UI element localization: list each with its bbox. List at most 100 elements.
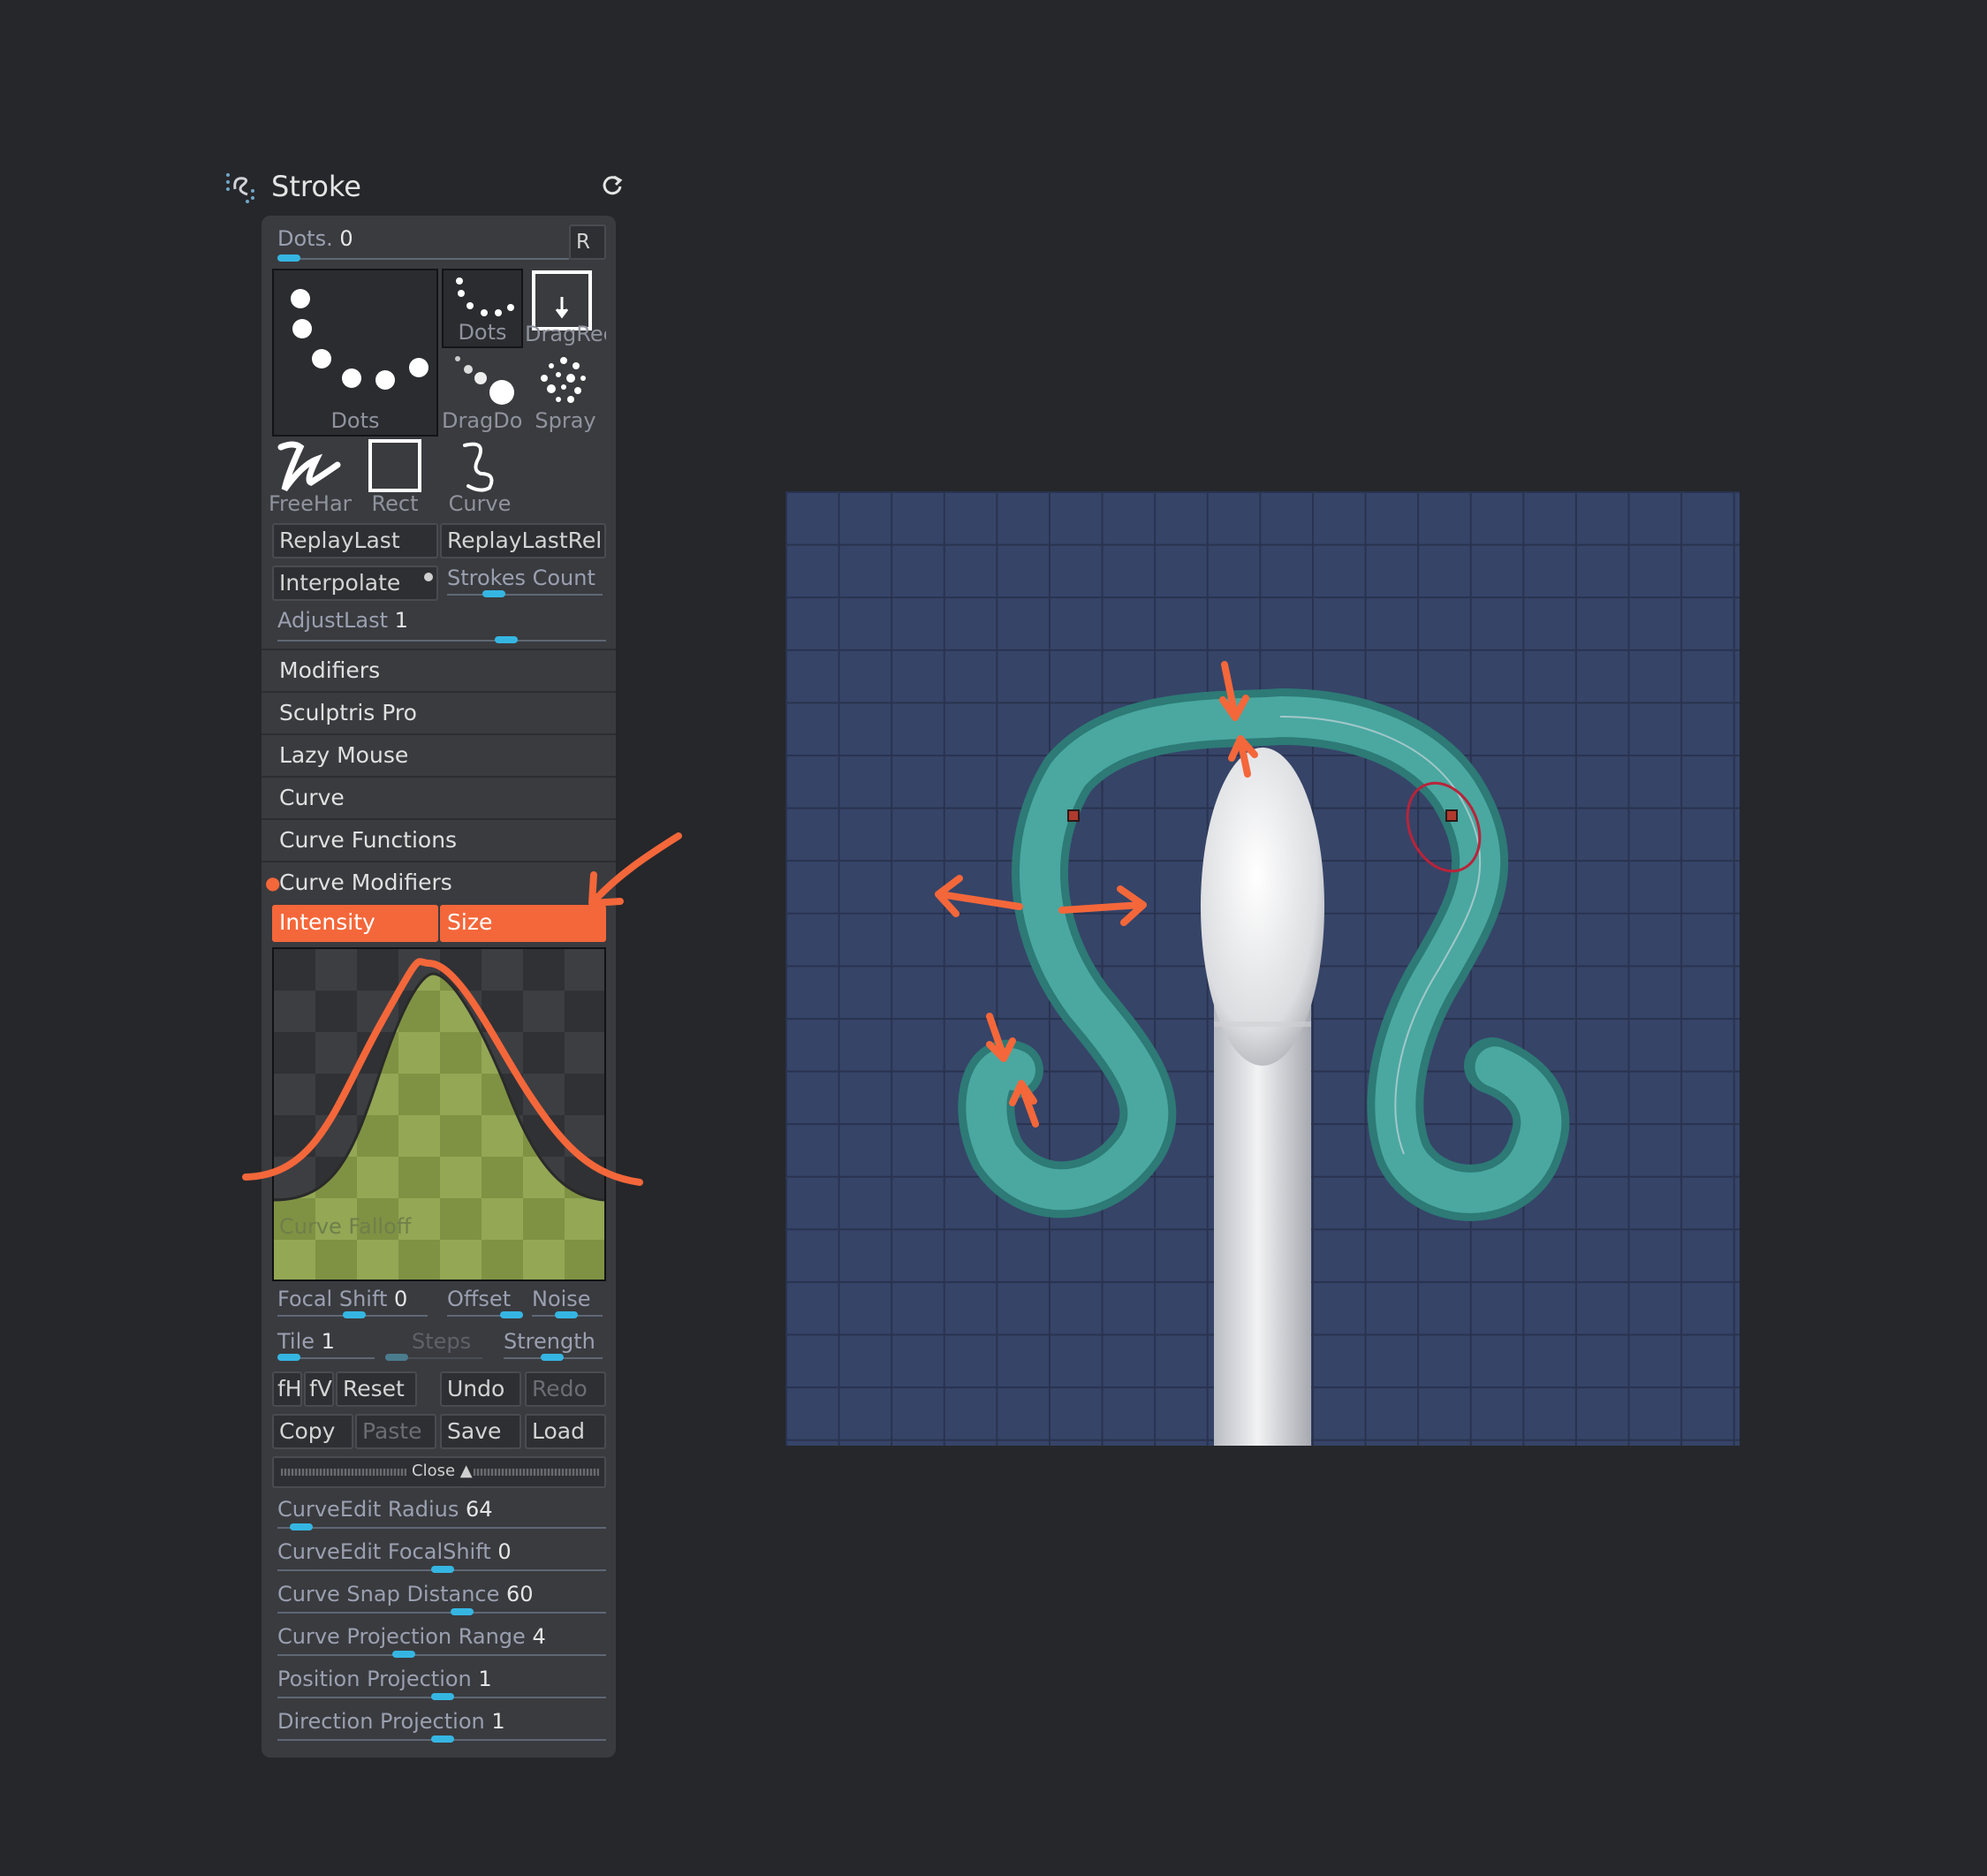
dots-label: Dots.: [277, 226, 333, 251]
stick-tip: [1201, 748, 1324, 1066]
stroke-type-label: Dots: [330, 408, 380, 433]
curve-slider-label: Direction Projection: [277, 1709, 485, 1734]
refresh-icon[interactable]: [601, 173, 624, 196]
curve-slider[interactable]: CurveEdit Radius 64: [277, 1497, 606, 1538]
steps-slider: Steps: [385, 1329, 482, 1364]
section-lazy-mouse[interactable]: Lazy Mouse: [262, 733, 616, 774]
stroke-type-spray[interactable]: Spray: [525, 350, 606, 435]
paste-button[interactable]: Paste: [355, 1414, 436, 1449]
adjust-last-slider[interactable]: AdjustLast 1: [277, 608, 606, 643]
stroke-type-label: DragDot: [442, 408, 523, 433]
slider-knob[interactable]: [431, 1693, 454, 1700]
freehand-icon: [277, 441, 341, 492]
slider-knob[interactable]: [431, 1566, 454, 1573]
intensity-button[interactable]: Intensity: [272, 905, 438, 942]
slider-knob[interactable]: [451, 1608, 474, 1615]
stroke-type-label: Curve: [448, 491, 512, 516]
curve-slider-value: 4: [532, 1624, 546, 1649]
strokes-count-slider[interactable]: Strokes Count: [447, 566, 606, 601]
section-curve-modifiers[interactable]: ● Curve Modifiers: [262, 861, 616, 901]
close-label: Close ▲: [412, 1462, 473, 1480]
flip-horizontal-button[interactable]: fH: [272, 1371, 302, 1407]
flip-vertical-button[interactable]: fV: [304, 1371, 334, 1407]
stroke-palette-header[interactable]: Stroke: [221, 164, 636, 210]
section-modifiers[interactable]: Modifiers: [262, 649, 616, 689]
slider-knob[interactable]: [392, 1651, 415, 1658]
adjust-last-value: 1: [394, 608, 408, 633]
stroke-type-label: FreeHand: [269, 491, 352, 516]
curve-slider[interactable]: Curve Projection Range 4: [277, 1624, 606, 1665]
slider-track: [277, 1654, 606, 1656]
curve-slider[interactable]: CurveEdit FocalShift 0: [277, 1539, 606, 1580]
load-button[interactable]: Load: [525, 1414, 606, 1449]
offset-slider[interactable]: Offset: [447, 1287, 527, 1322]
curve-point[interactable]: [1067, 809, 1080, 822]
stroke-type-label: Rect: [371, 491, 419, 516]
curve-slider-label: Curve Snap Distance: [277, 1582, 500, 1606]
curve-slider-value: 1: [491, 1709, 505, 1734]
r-button[interactable]: R: [569, 224, 606, 260]
stroke-type-label: Dots: [458, 320, 507, 345]
replay-last-button[interactable]: ReplayLast: [272, 523, 438, 558]
stroke-type-freehand[interactable]: FreeHand: [269, 437, 352, 518]
size-button[interactable]: Size: [440, 905, 606, 942]
curve-slider-value: 1: [478, 1667, 492, 1691]
stroke-type-label: DragRect: [525, 322, 606, 346]
stroke-type-dots-large[interactable]: Dots: [272, 269, 438, 437]
dots-value: 0: [339, 226, 353, 251]
slider-track: [277, 1612, 606, 1614]
curve-slider-label: CurveEdit FocalShift: [277, 1539, 491, 1564]
active-dot-icon: ●: [265, 872, 281, 893]
slider-track: [277, 1527, 606, 1529]
stroke-type-curve[interactable]: Curve: [436, 437, 523, 518]
stroke-type-dragrect[interactable]: DragRect: [525, 269, 606, 348]
curve-slider-group: CurveEdit Radius 64 CurveEdit FocalShift …: [277, 1497, 606, 1753]
grip-right: [474, 1469, 599, 1476]
stroke-icon: [226, 173, 254, 203]
curve-slider[interactable]: Position Projection 1: [277, 1667, 606, 1707]
dragdot-icon: [455, 356, 514, 405]
replay-last-rel-button[interactable]: ReplayLastRel: [440, 523, 606, 558]
curve-slider[interactable]: Direction Projection 1: [277, 1709, 606, 1750]
rect-icon: [368, 439, 421, 492]
section-curve[interactable]: Curve: [262, 776, 616, 816]
curve-slider-value: 64: [466, 1497, 493, 1522]
slider-knob[interactable]: [290, 1523, 313, 1530]
palette-title: Stroke: [271, 170, 361, 203]
save-button[interactable]: Save: [440, 1414, 521, 1449]
curve-point[interactable]: [1445, 809, 1458, 822]
stroke-type-dots[interactable]: Dots: [442, 269, 523, 348]
grip-left: [281, 1469, 406, 1476]
dots-slider[interactable]: Dots. 0: [277, 226, 569, 262]
curve-slider[interactable]: Curve Snap Distance 60: [277, 1582, 606, 1622]
curve-slider-label: CurveEdit Radius: [277, 1497, 459, 1522]
tile-slider[interactable]: Tile 1: [277, 1329, 375, 1364]
noise-slider[interactable]: Noise: [532, 1287, 606, 1322]
section-sculptris-pro[interactable]: Sculptris Pro: [262, 691, 616, 732]
curve-falloff-editor[interactable]: Curve Falloff: [272, 947, 606, 1281]
copy-button[interactable]: Copy: [272, 1414, 353, 1449]
redo-button[interactable]: Redo: [525, 1371, 606, 1407]
stroke-type-label: Spray: [535, 408, 596, 433]
canvas-viewport[interactable]: [785, 491, 1740, 1446]
stroke-palette-panel: Dots. 0 R Dots Dots DragRect DragDot: [262, 216, 616, 1758]
curve-slider-label: Position Projection: [277, 1667, 472, 1691]
dots-icon: [456, 277, 514, 316]
interpolate-toggle[interactable]: Interpolate: [272, 566, 438, 601]
stick-shaft: [1214, 1004, 1311, 1446]
interpolate-label: Interpolate: [279, 570, 401, 596]
stroke-type-dragdot[interactable]: DragDot: [442, 350, 523, 435]
toggle-indicator: [424, 573, 433, 581]
focal-shift-slider[interactable]: Focal Shift 0: [277, 1287, 428, 1322]
dots-stroke-icon: [291, 289, 428, 390]
reset-button[interactable]: Reset: [336, 1371, 417, 1407]
undo-button[interactable]: Undo: [440, 1371, 521, 1407]
close-curve-button[interactable]: Close ▲: [272, 1456, 606, 1488]
strength-slider[interactable]: Strength: [504, 1329, 606, 1364]
section-curve-functions[interactable]: Curve Functions: [262, 818, 616, 859]
stroke-type-rect[interactable]: Rect: [353, 437, 436, 518]
slider-knob[interactable]: [431, 1735, 454, 1743]
scene-render: [958, 687, 1570, 1446]
strokes-count-label: Strokes Count: [447, 566, 595, 590]
curve-slider-label: Curve Projection Range: [277, 1624, 526, 1649]
